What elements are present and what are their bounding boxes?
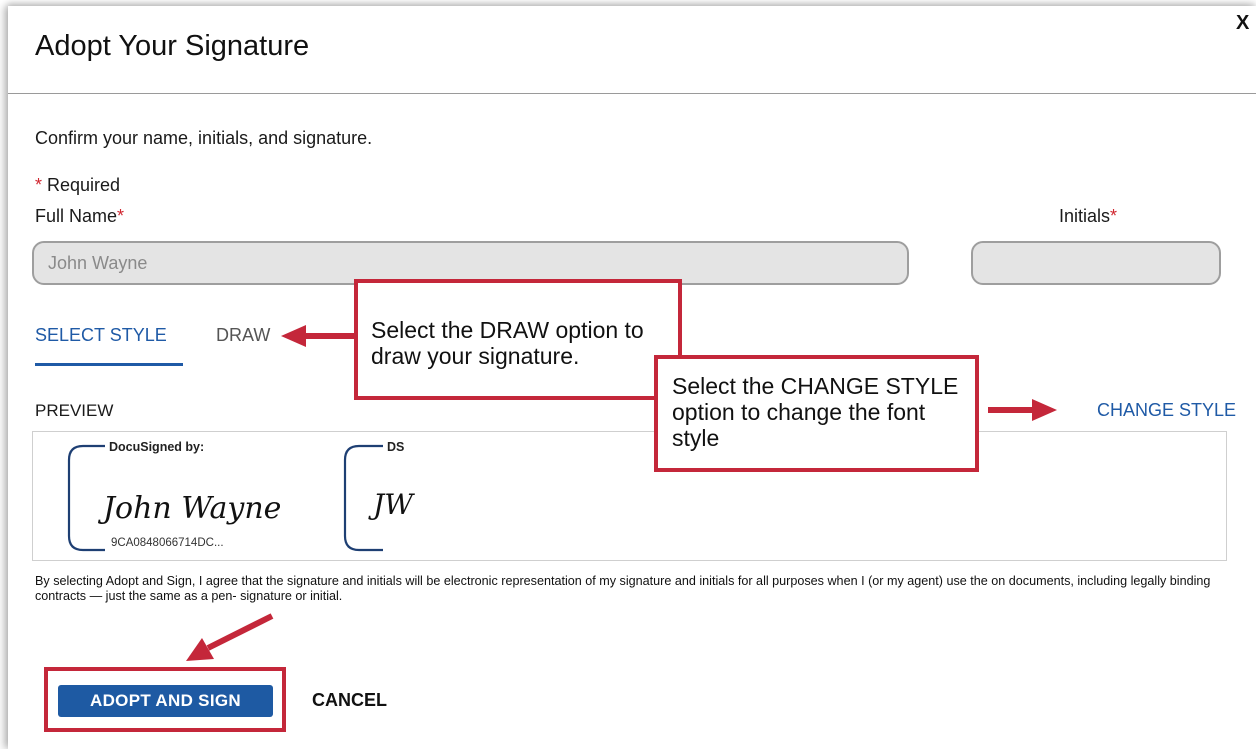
required-note: * Required [35, 175, 120, 196]
initials-label: Initials* [1059, 206, 1117, 227]
legal-disclaimer: By selecting Adopt and Sign, I agree tha… [35, 574, 1211, 603]
header-divider [8, 93, 1256, 94]
preview-label: PREVIEW [35, 401, 114, 420]
initials-label-text: Initials [1059, 206, 1111, 226]
tab-select-style[interactable]: SELECT STYLE [35, 325, 167, 346]
change-style-callout: Select the CHANGE STYLE option to change… [654, 355, 979, 472]
required-star: * [1110, 206, 1118, 226]
signature-script: John Wayne [97, 491, 281, 526]
active-tab-indicator [35, 363, 183, 366]
full-name-label-text: Full Name [35, 206, 118, 226]
signature-preview-graphics: DocuSigned by: John Wayne 9CA0848066714D… [67, 440, 415, 552]
initials-input[interactable] [971, 241, 1221, 285]
instruction-text: Confirm your name, initials, and signatu… [35, 128, 373, 148]
required-text: Required [42, 175, 121, 195]
full-name-label: Full Name* [35, 206, 124, 227]
signature-id: 9CA0848066714DC... [111, 537, 224, 549]
required-star: * [117, 206, 125, 226]
initials-script: JW [368, 488, 415, 521]
draw-callout: Select the DRAW option to draw your sign… [354, 279, 682, 400]
tab-draw[interactable]: DRAW [216, 325, 270, 346]
close-button[interactable]: X [1236, 12, 1249, 35]
change-style-link[interactable]: CHANGE STYLE [1097, 400, 1236, 421]
required-star: * [35, 175, 43, 195]
adopt-highlight-box [44, 667, 286, 732]
dialog-title: Adopt Your Signature [35, 30, 310, 62]
signature-header: DocuSigned by: [109, 440, 204, 454]
initials-header: DS [387, 440, 404, 454]
signature-frame [67, 444, 105, 552]
signature-preview: DocuSigned by: John Wayne 9CA0848066714D… [32, 431, 1227, 561]
cancel-button[interactable]: CANCEL [312, 690, 387, 711]
